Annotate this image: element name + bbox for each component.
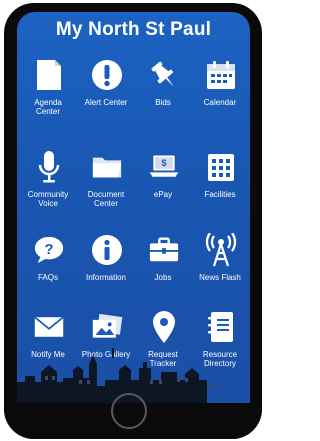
tile-news-flash[interactable]: News Flash — [191, 233, 249, 303]
tile-label: News Flash — [199, 273, 241, 282]
tile-calendar[interactable]: Calendar — [191, 58, 249, 128]
tile-bids[interactable]: Bids — [134, 58, 192, 128]
tile-jobs[interactable]: Jobs — [134, 233, 192, 303]
tile-information[interactable]: Information — [77, 233, 135, 303]
envelope-icon — [33, 310, 65, 344]
tile-label: Calendar — [203, 98, 237, 107]
laptop-dollar-icon: $ — [148, 150, 180, 184]
folder-icon — [91, 150, 123, 184]
tile-agenda-center[interactable]: Agenda Center — [19, 58, 77, 128]
notebook-icon — [205, 310, 237, 344]
tile-label: Community Voice — [27, 190, 69, 208]
map-pin-icon — [148, 310, 180, 344]
app-screen: My North St Paul Agenda Center Alert Cen… — [17, 12, 250, 406]
document-icon — [33, 58, 65, 92]
pushpin-icon — [148, 58, 180, 92]
svg-text:?: ? — [44, 241, 53, 258]
tile-label: Facilities — [204, 190, 236, 199]
photos-icon — [91, 310, 123, 344]
tile-facilities[interactable]: Facilities — [191, 150, 249, 220]
briefcase-icon — [148, 233, 180, 267]
svg-text:$: $ — [162, 158, 167, 168]
phone-frame: My North St Paul Agenda Center Alert Cen… — [4, 3, 262, 439]
tile-label: Agenda Center — [34, 98, 62, 116]
exclamation-icon — [91, 58, 123, 92]
home-button[interactable] — [111, 393, 147, 429]
tile-epay[interactable]: $ ePay — [134, 150, 192, 220]
radio-tower-icon — [205, 233, 237, 267]
question-bubble-icon: ? — [33, 233, 65, 267]
building-grid-icon — [205, 150, 237, 184]
app-title: My North St Paul — [55, 19, 212, 40]
microphone-icon — [33, 150, 65, 184]
tile-label: FAQs — [37, 273, 58, 282]
info-icon — [91, 233, 123, 267]
tile-document-center[interactable]: Document Center — [77, 150, 135, 220]
tile-faqs[interactable]: ? FAQs — [19, 233, 77, 303]
calendar-icon — [205, 58, 237, 92]
tile-community-voice[interactable]: Community Voice — [19, 150, 77, 220]
tile-alert-center[interactable]: Alert Center — [77, 58, 135, 128]
